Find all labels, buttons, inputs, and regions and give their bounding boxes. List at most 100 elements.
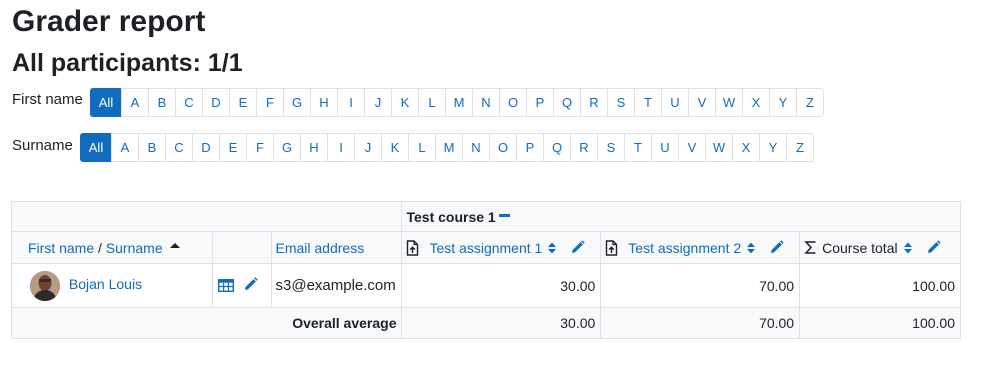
- surname-initials-bar: All A B C D E F G H I J K L M N O P Q R S T U V W X Y Z: [80, 133, 814, 162]
- firstname-initial-p[interactable]: P: [526, 88, 554, 117]
- category-title: Test course 1: [406, 208, 496, 225]
- surname-initial-b[interactable]: B: [138, 133, 166, 162]
- edit-pencil-icon[interactable]: [769, 240, 784, 255]
- category-blank-cell: [10, 201, 403, 232]
- overall-average-label: Overall average: [10, 307, 403, 339]
- average-item2: 70.00: [600, 307, 801, 339]
- sort-toggle-icon[interactable]: [746, 241, 756, 255]
- surname-initial-i[interactable]: I: [327, 133, 355, 162]
- firstname-initial-n[interactable]: N: [472, 88, 500, 117]
- firstname-initial-e[interactable]: E: [229, 88, 257, 117]
- sort-toggle-icon[interactable]: [547, 241, 557, 255]
- average-row: Overall average 30.00 70.00 100.00: [10, 307, 961, 339]
- firstname-initial-b[interactable]: B: [148, 88, 176, 117]
- surname-initial-e[interactable]: E: [219, 133, 247, 162]
- edit-pencil-icon[interactable]: [243, 276, 259, 292]
- firstname-initial-r[interactable]: R: [580, 88, 608, 117]
- surname-initial-m[interactable]: M: [435, 133, 463, 162]
- user-actions-cell: [211, 263, 272, 308]
- average-total: 100.00: [799, 307, 961, 339]
- firstname-initial-a[interactable]: A: [121, 88, 149, 117]
- surname-initial-w[interactable]: W: [705, 133, 733, 162]
- firstname-initial-k[interactable]: K: [391, 88, 419, 117]
- firstname-initial-t[interactable]: T: [634, 88, 662, 117]
- firstname-initial-o[interactable]: O: [499, 88, 527, 117]
- surname-initial-r[interactable]: R: [570, 133, 598, 162]
- firstname-initial-s[interactable]: S: [607, 88, 635, 117]
- surname-initial-s[interactable]: S: [597, 133, 625, 162]
- surname-initial-v[interactable]: V: [678, 133, 706, 162]
- firstname-initial-j[interactable]: J: [364, 88, 392, 117]
- firstname-initial-x[interactable]: X: [742, 88, 770, 117]
- surname-initial-d[interactable]: D: [192, 133, 220, 162]
- surname-initial-a[interactable]: A: [111, 133, 139, 162]
- item1-header-cell: Test assignment 1: [401, 231, 602, 264]
- surname-initial-l[interactable]: L: [408, 133, 436, 162]
- edit-pencil-icon[interactable]: [570, 240, 586, 255]
- surname-initial-y[interactable]: Y: [759, 133, 787, 162]
- grade-cell-item2[interactable]: 70.00: [600, 263, 801, 308]
- firstname-all-button[interactable]: All: [90, 88, 122, 117]
- actions-header-cell: [211, 231, 272, 264]
- surname-all-button[interactable]: All: [80, 133, 112, 162]
- surname-initial-c[interactable]: C: [165, 133, 193, 162]
- user-email: s3@example.com: [270, 263, 403, 308]
- surname-initial-p[interactable]: P: [516, 133, 544, 162]
- name-header-cell: First name / Surname: [11, 231, 213, 264]
- surname-initial-h[interactable]: H: [300, 133, 328, 162]
- email-header-cell: Email address: [270, 231, 403, 264]
- firstname-initial-l[interactable]: L: [418, 88, 446, 117]
- surname-initial-f[interactable]: F: [246, 133, 274, 162]
- assignment-icon: [606, 239, 618, 256]
- firstname-initial-h[interactable]: H: [310, 88, 338, 117]
- firstname-initial-f[interactable]: F: [256, 88, 284, 117]
- name-separator: /: [98, 239, 102, 256]
- average-item1: 30.00: [401, 307, 602, 339]
- firstname-initial-c[interactable]: C: [175, 88, 203, 117]
- surname-initial-x[interactable]: X: [732, 133, 760, 162]
- firstname-initial-m[interactable]: M: [445, 88, 473, 117]
- total-header-cell: Course total: [799, 231, 961, 264]
- surname-initial-o[interactable]: O: [489, 133, 517, 162]
- user-name-link[interactable]: Bojan Louis: [69, 276, 142, 292]
- edit-pencil-icon[interactable]: [926, 240, 941, 255]
- surname-initial-g[interactable]: G: [273, 133, 301, 162]
- firstname-initial-q[interactable]: Q: [553, 88, 581, 117]
- sort-firstname-link[interactable]: First name: [28, 240, 94, 256]
- item1-link[interactable]: Test assignment 1: [429, 240, 542, 256]
- sort-surname-link[interactable]: Surname: [106, 240, 163, 256]
- firstname-initial-d[interactable]: D: [202, 88, 230, 117]
- sort-email-link[interactable]: Email address: [276, 240, 365, 256]
- surname-initial-j[interactable]: J: [354, 133, 382, 162]
- item2-link[interactable]: Test assignment 2: [628, 240, 741, 256]
- page-title: Grader report: [12, 5, 206, 38]
- avatar[interactable]: [30, 270, 60, 301]
- collapse-category-icon[interactable]: [498, 214, 510, 218]
- item2-header-cell: Test assignment 2: [600, 231, 801, 264]
- sort-toggle-icon[interactable]: [903, 241, 913, 255]
- category-header: Test course 1: [401, 201, 961, 232]
- sort-ascending-icon: [169, 242, 180, 248]
- surname-initial-u[interactable]: U: [651, 133, 679, 162]
- grade-cell-item1[interactable]: 30.00: [401, 263, 602, 308]
- table-row: Bojan Louis s3@example.com 30.00 70.00 1…: [11, 263, 961, 308]
- surname-initial-z[interactable]: Z: [786, 133, 814, 162]
- firstname-initial-u[interactable]: U: [661, 88, 689, 117]
- user-cell: Bojan Louis: [11, 263, 213, 308]
- firstname-filter-label: First name: [12, 91, 83, 108]
- firstname-initial-v[interactable]: V: [688, 88, 716, 117]
- firstname-initial-w[interactable]: W: [715, 88, 743, 117]
- surname-initial-k[interactable]: K: [381, 133, 409, 162]
- firstname-initial-z[interactable]: Z: [796, 88, 824, 117]
- grade-analysis-table-icon[interactable]: [217, 278, 234, 292]
- assignment-icon: [407, 239, 419, 256]
- surname-initial-n[interactable]: N: [462, 133, 490, 162]
- firstname-initials-bar: All A B C D E F G H I J K L M N O P Q R S T U V W X Y Z: [90, 88, 824, 117]
- surname-initial-t[interactable]: T: [624, 133, 652, 162]
- surname-filter-label: Surname: [12, 137, 73, 154]
- grade-cell-total[interactable]: 100.00: [799, 263, 961, 308]
- firstname-initial-i[interactable]: I: [337, 88, 365, 117]
- firstname-initial-g[interactable]: G: [283, 88, 311, 117]
- firstname-initial-y[interactable]: Y: [769, 88, 797, 117]
- surname-initial-q[interactable]: Q: [543, 133, 571, 162]
